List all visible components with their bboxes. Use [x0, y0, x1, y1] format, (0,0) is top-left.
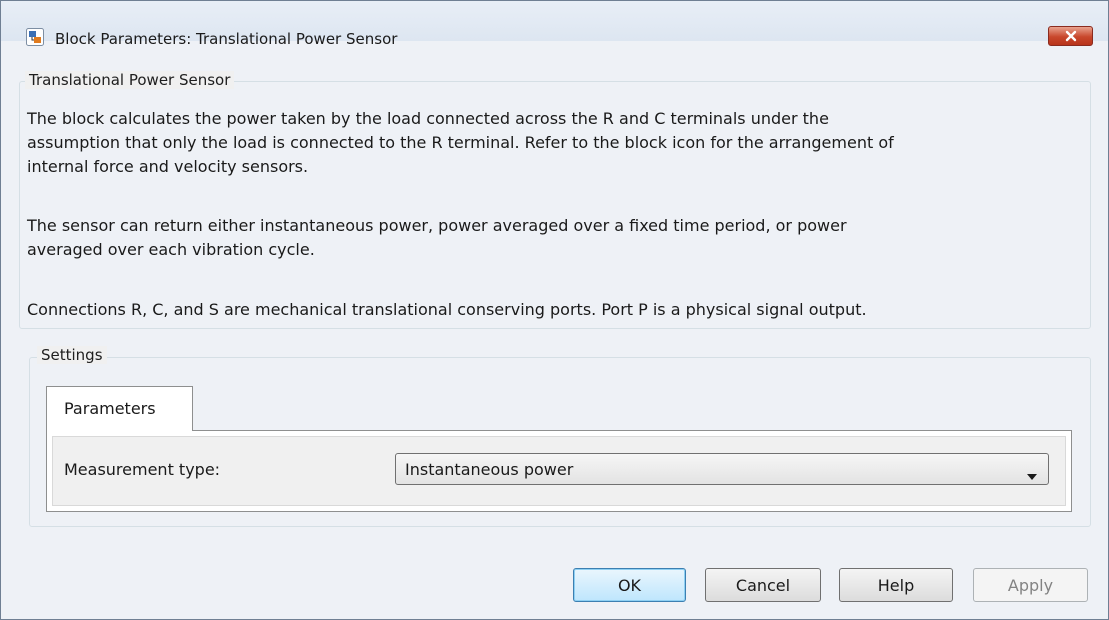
window-title: Block Parameters: Translational Power Se… [55, 30, 398, 48]
apply-button[interactable]: Apply [973, 568, 1088, 602]
ok-button[interactable]: OK [573, 568, 686, 602]
help-button[interactable]: Help [839, 568, 953, 602]
description-group-label: Translational Power Sensor [25, 71, 235, 89]
measurement-type-label: Measurement type: [64, 460, 221, 479]
close-button[interactable] [1048, 26, 1093, 46]
tab-parameters[interactable]: Parameters [46, 386, 193, 431]
measurement-type-dropdown[interactable]: Instantaneous power [395, 453, 1049, 485]
description-line: assumption that only the load is connect… [27, 133, 894, 152]
settings-group-label: Settings [37, 346, 107, 364]
description-line: internal force and velocity sensors. [27, 157, 309, 176]
description-line: averaged over each vibration cycle. [27, 240, 315, 259]
description-line: Connections R, C, and S are mechanical t… [27, 300, 867, 319]
cancel-button[interactable]: Cancel [705, 568, 821, 602]
description-line: The block calculates the power taken by … [27, 109, 829, 128]
title-bar[interactable]: Block Parameters: Translational Power Se… [1, 1, 1108, 48]
chevron-down-icon [1027, 466, 1037, 485]
description-line: The sensor can return either instantaneo… [27, 216, 847, 235]
measurement-type-value: Instantaneous power [405, 460, 574, 479]
tab-parameters-label: Parameters [64, 399, 156, 418]
close-icon [1064, 27, 1078, 46]
simulink-block-icon [26, 28, 44, 46]
dialog-window: Block Parameters: Translational Power Se… [0, 0, 1109, 620]
